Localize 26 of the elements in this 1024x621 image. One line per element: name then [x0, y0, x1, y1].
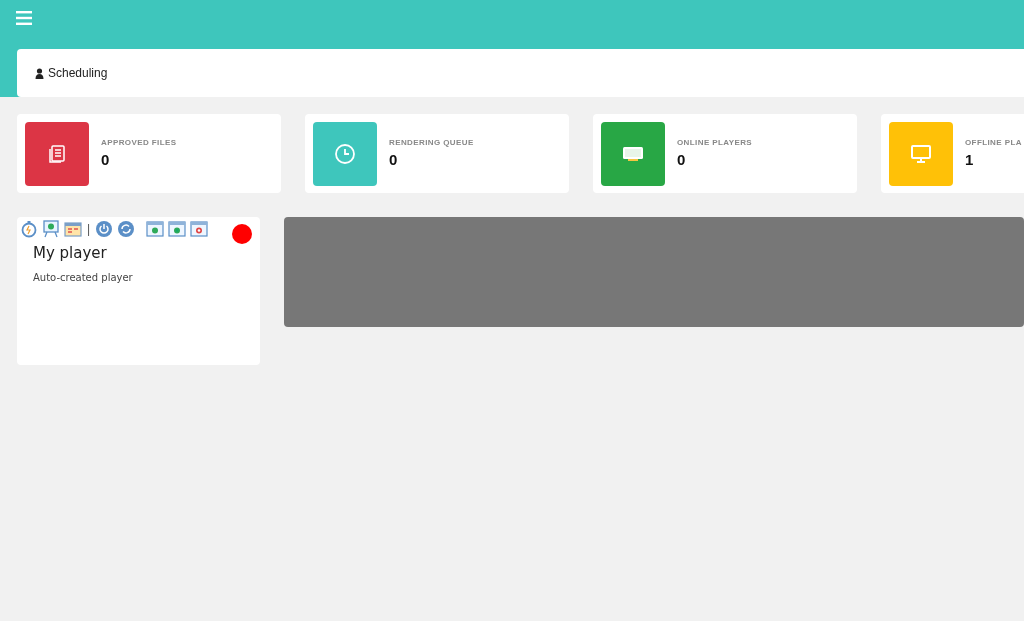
menu-icon[interactable]: [16, 11, 32, 25]
toolbar-separator: |: [87, 221, 91, 238]
stat-value: 0: [101, 151, 111, 170]
stat-value: 0: [389, 151, 399, 170]
tv-icon: [622, 145, 644, 162]
player-name: My player: [33, 243, 108, 264]
document-icon: [47, 143, 67, 164]
clock-icon: [334, 142, 356, 165]
stat-label: APPROVED FILES: [101, 137, 177, 150]
person-icon: [35, 67, 44, 79]
easel-icon[interactable]: [42, 220, 60, 238]
monitor-icon: [910, 142, 932, 165]
power-icon[interactable]: [95, 220, 114, 238]
calendar-icon[interactable]: [64, 220, 82, 238]
stopwatch-icon[interactable]: [20, 220, 38, 238]
stat-value: 1: [965, 151, 975, 170]
stat-label: RENDERING QUEUE: [389, 137, 474, 150]
window-play-icon[interactable]: [146, 220, 165, 238]
refresh-icon[interactable]: [117, 220, 136, 238]
player-description: Auto-created player: [33, 270, 134, 285]
stat-value: 0: [677, 151, 687, 170]
window-stop-icon[interactable]: [168, 220, 187, 238]
stat-label: OFFLINE PLA: [965, 137, 1022, 150]
stat-label: ONLINE PLAYERS: [677, 137, 753, 150]
breadcrumb-title: Scheduling: [48, 65, 108, 82]
window-record-icon[interactable]: [190, 220, 209, 238]
